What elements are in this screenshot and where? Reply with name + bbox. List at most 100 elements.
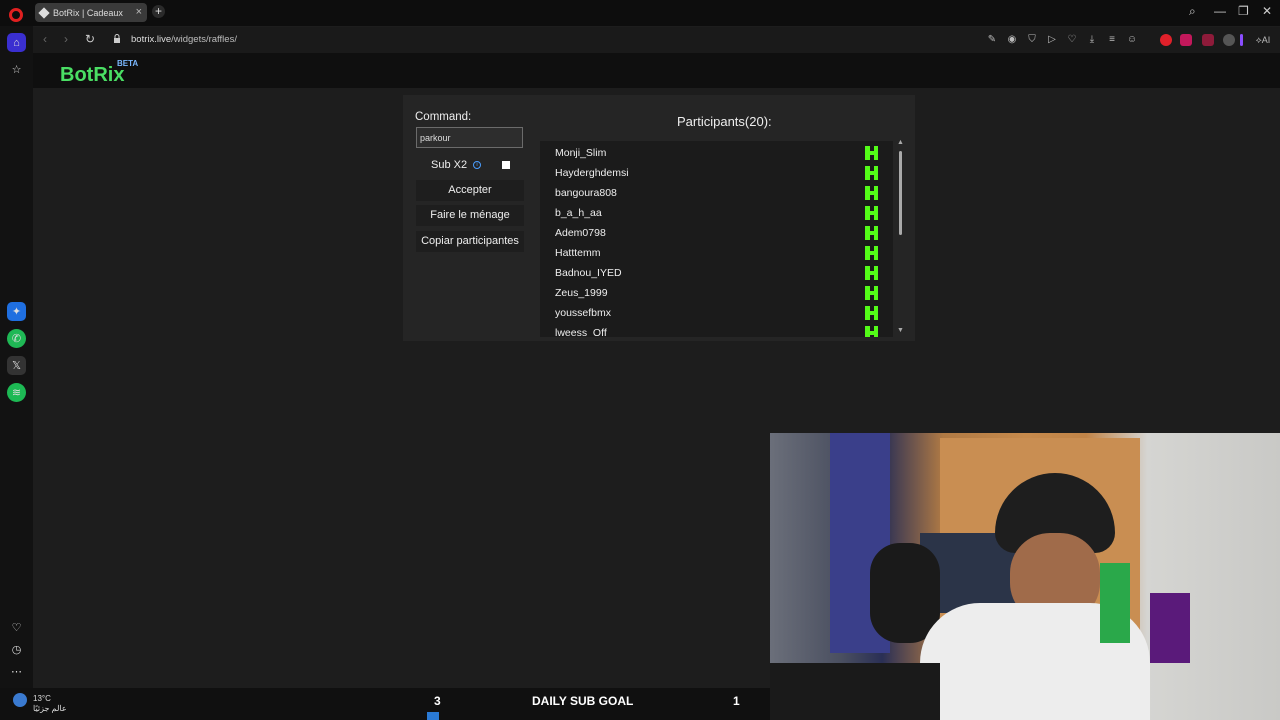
- shield-icon[interactable]: ⛉: [1026, 34, 1038, 46]
- more-icon[interactable]: ⋯: [7, 662, 26, 681]
- participant-row[interactable]: bangoura808: [540, 183, 893, 203]
- participants-scrollbar[interactable]: ▲ ▼: [897, 139, 905, 337]
- browser-sidebar: ⌂ ☆ ✦ ✆ 𝕏 ≋ ♡ ◷ ⋯: [0, 26, 33, 688]
- participant-name: Badnou_IYED: [555, 267, 622, 279]
- scroll-up-icon[interactable]: ▲: [897, 139, 904, 146]
- menu-icon[interactable]: ≡: [1106, 34, 1118, 46]
- opera-logo-icon[interactable]: [9, 8, 23, 22]
- history-icon[interactable]: ◷: [7, 640, 26, 659]
- daily-sub-goal: 3 DAILY SUB GOAL 1: [427, 691, 747, 711]
- kick-icon: [865, 306, 878, 320]
- participant-row[interactable]: Hatttemm: [540, 243, 893, 263]
- participant-row[interactable]: b_a_h_aa: [540, 203, 893, 223]
- snapshot-edit-icon[interactable]: ✎: [986, 34, 998, 46]
- webcam-overlay: [770, 433, 1280, 720]
- participant-name: lweess_Off: [555, 327, 607, 337]
- start-icon[interactable]: [427, 712, 439, 720]
- minimize-icon[interactable]: —: [1214, 4, 1226, 18]
- sub-x2-option: Sub X2 i: [431, 159, 482, 171]
- accept-button[interactable]: Accepter: [416, 180, 524, 201]
- x-twitter-icon[interactable]: 𝕏: [7, 356, 26, 375]
- close-window-icon[interactable]: ✕: [1262, 4, 1272, 18]
- kick-icon: [865, 166, 878, 180]
- whatsapp-icon[interactable]: ✆: [7, 329, 26, 348]
- kick-icon: [865, 286, 878, 300]
- extension-red-icon[interactable]: [1160, 34, 1172, 46]
- participant-row[interactable]: Hayderghdemsi: [540, 163, 893, 183]
- command-input[interactable]: [416, 127, 523, 148]
- address-bar: ‹ › ↻ botrix.live/widgets/raffles/ ✎ ◉ ⛉…: [33, 27, 1280, 53]
- reload-icon[interactable]: ↻: [85, 32, 95, 46]
- close-tab-icon[interactable]: ×: [136, 6, 142, 18]
- kick-icon: [865, 326, 878, 337]
- participants-title: Participants(20):: [677, 114, 772, 129]
- extension-pink-icon[interactable]: [1180, 34, 1192, 46]
- participant-name: Zeus_1999: [555, 287, 608, 299]
- extension-bar-icon: [1240, 34, 1243, 46]
- participant-name: Monji_Slim: [555, 147, 607, 159]
- goal-current: 3: [434, 694, 441, 708]
- extension-record-icon[interactable]: [1202, 34, 1214, 46]
- participant-row[interactable]: Adem0798: [540, 223, 893, 243]
- participant-name: b_a_h_aa: [555, 207, 602, 219]
- profile-icon[interactable]: ☺: [1126, 34, 1138, 46]
- goal-label: DAILY SUB GOAL: [532, 694, 634, 708]
- beta-badge: BETA: [117, 59, 139, 68]
- green-chair: [1100, 563, 1130, 643]
- participant-row[interactable]: Badnou_IYED: [540, 263, 893, 283]
- camera-icon[interactable]: ◉: [1006, 34, 1018, 46]
- participant-name: youssefbmx: [555, 307, 612, 319]
- goal-target: 1: [733, 694, 740, 708]
- download-icon[interactable]: ⤓: [1086, 34, 1098, 46]
- messenger-icon[interactable]: ✦: [7, 302, 26, 321]
- new-tab-button[interactable]: +: [152, 5, 165, 18]
- raffle-panel: Command: Sub X2 i Accepter Faire le ména…: [403, 95, 915, 341]
- command-label: Command:: [415, 111, 472, 123]
- copy-participants-button[interactable]: Copiar participantes: [416, 231, 524, 252]
- weather-widget[interactable]: 13°C عالم جزئيًا: [33, 694, 67, 714]
- botrix-favicon-icon: [38, 6, 50, 19]
- kick-icon: [865, 146, 878, 160]
- kick-icon: [865, 206, 878, 220]
- browser-tabbar: BotRix | Cadeaux × + ⌕ — ❐ ✕: [0, 0, 1280, 26]
- tab-title: BotRix | Cadeaux: [53, 7, 123, 18]
- participant-row[interactable]: Zeus_1999: [540, 283, 893, 303]
- ai-button[interactable]: ⟡AI: [1251, 34, 1275, 46]
- participant-row[interactable]: Monji_Slim: [540, 143, 893, 163]
- scrollbar-thumb[interactable]: [899, 151, 902, 235]
- kick-icon: [865, 266, 878, 280]
- participant-row[interactable]: youssefbmx: [540, 303, 893, 323]
- participant-row[interactable]: lweess_Off: [540, 323, 893, 337]
- restore-icon[interactable]: ❐: [1238, 4, 1249, 18]
- bed: [770, 663, 940, 720]
- url-field[interactable]: botrix.live/widgets/raffles/: [131, 34, 237, 45]
- botrix-header: BotRix BETA: [33, 53, 1280, 88]
- windows-taskbar: 13°C عالم جزئيًا 3 DAILY SUB GOAL 1: [0, 688, 770, 720]
- clean-button[interactable]: Faire le ménage: [416, 205, 524, 226]
- back-icon[interactable]: ‹: [43, 32, 47, 46]
- brand-logo[interactable]: BotRix: [60, 64, 124, 87]
- weather-icon[interactable]: [13, 693, 27, 707]
- scroll-down-icon[interactable]: ▼: [897, 327, 904, 334]
- browser-tab[interactable]: BotRix | Cadeaux ×: [35, 3, 147, 22]
- home-icon[interactable]: ⌂: [7, 33, 26, 52]
- participant-name: Hayderghdemsi: [555, 167, 629, 179]
- favorites-heart-icon[interactable]: ♡: [7, 618, 26, 637]
- heart-icon[interactable]: ♡: [1066, 34, 1078, 46]
- spotify-icon[interactable]: ≋: [7, 383, 26, 402]
- participant-name: Adem0798: [555, 227, 606, 239]
- participants-list[interactable]: Monji_Slim Hayderghdemsi bangoura808 b_a_h_…: [540, 141, 893, 337]
- extensions-icon[interactable]: [1223, 34, 1235, 46]
- sub-x2-label: Sub X2: [431, 159, 468, 171]
- bookmarks-icon[interactable]: ☆: [7, 60, 26, 79]
- sub-x2-checkbox[interactable]: [502, 161, 510, 169]
- search-tabs-icon[interactable]: ⌕: [1189, 4, 1196, 19]
- forward-icon[interactable]: ›: [64, 32, 68, 46]
- kick-icon: [865, 246, 878, 260]
- info-icon[interactable]: i: [473, 161, 482, 169]
- microphone: [1150, 593, 1190, 663]
- jacket: [870, 543, 940, 643]
- lock-icon: [114, 34, 120, 43]
- participant-name: bangoura808: [555, 187, 617, 199]
- play-icon[interactable]: ▷: [1046, 34, 1058, 46]
